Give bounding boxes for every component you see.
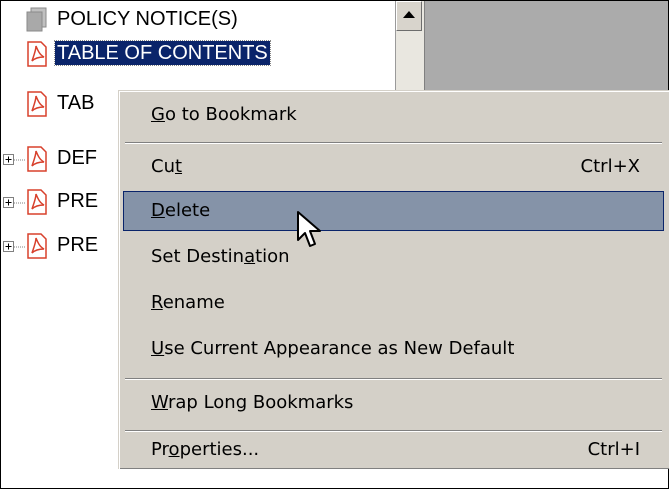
bookmark-item[interactable]: DEF	[1, 142, 119, 176]
expand-icon[interactable]	[3, 241, 14, 252]
bookmark-label: TAB	[57, 92, 95, 114]
menu-item-use-current-appearance[interactable]: Use Current Appearance as New Default	[123, 329, 664, 369]
menu-separator	[125, 378, 662, 380]
menu-item-shortcut: Ctrl+X	[580, 156, 640, 177]
menu-item-label: Rename	[151, 292, 225, 313]
menu-item-label: Cut	[151, 156, 183, 177]
bookmark-label: TABLE OF CONTENTS	[54, 40, 271, 66]
document-icon	[26, 7, 47, 32]
menu-item-cut[interactable]: Cut Ctrl+X	[123, 147, 664, 187]
pdf-icon	[27, 41, 47, 67]
arrow-up-icon	[403, 11, 415, 18]
menu-item-label: Go to Bookmark	[151, 104, 297, 125]
pdf-icon	[27, 146, 47, 172]
menu-item-label: Use Current Appearance as New Default	[151, 338, 515, 359]
bookmark-item[interactable]: POLICY NOTICE(S)	[1, 3, 393, 37]
pdf-icon	[27, 189, 47, 215]
expand-icon[interactable]	[3, 197, 14, 208]
expand-icon[interactable]	[3, 154, 14, 165]
context-menu: Go to Bookmark Cut Ctrl+X Delete Set Des…	[118, 90, 669, 469]
menu-item-label: Set Destination	[151, 246, 290, 267]
pdf-icon	[27, 91, 47, 117]
bookmark-label: POLICY NOTICE(S)	[57, 8, 238, 30]
bookmark-label: DEF	[57, 147, 97, 169]
menu-separator	[125, 430, 662, 432]
menu-item-label: Delete	[151, 200, 211, 221]
pdf-icon	[27, 233, 47, 259]
menu-item-shortcut: Ctrl+I	[587, 439, 640, 460]
bookmark-label: PRE	[57, 190, 99, 212]
menu-item-wrap-long-bookmarks[interactable]: Wrap Long Bookmarks	[123, 383, 664, 423]
menu-separator	[125, 142, 662, 144]
menu-item-set-destination[interactable]: Set Destination	[123, 237, 664, 277]
scroll-up-button[interactable]	[396, 1, 422, 31]
bookmark-item[interactable]: TAB	[1, 87, 119, 121]
menu-item-delete[interactable]: Delete	[123, 191, 664, 231]
menu-item-label: Properties...	[151, 439, 260, 460]
menu-item-go-to-bookmark[interactable]: Go to Bookmark	[123, 95, 664, 135]
menu-item-rename[interactable]: Rename	[123, 283, 664, 323]
bookmark-item-selected[interactable]: TABLE OF CONTENTS	[1, 37, 393, 71]
bookmark-item[interactable]: PRE	[1, 185, 119, 219]
bookmark-label: PRE	[57, 234, 99, 256]
menu-item-properties[interactable]: Properties... Ctrl+I	[123, 435, 664, 465]
menu-item-label: Wrap Long Bookmarks	[151, 392, 354, 413]
bookmark-item[interactable]: PRE	[1, 229, 119, 263]
mouse-pointer-icon	[297, 211, 321, 247]
